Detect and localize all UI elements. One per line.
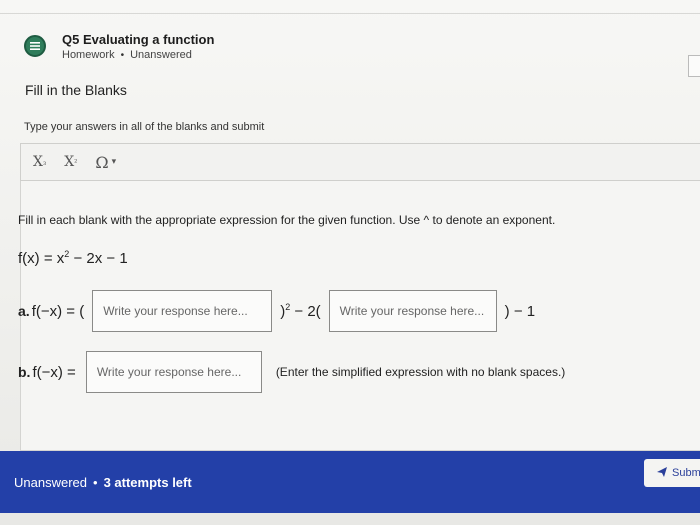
part-a-lhs: f(−x) = ( (31, 302, 85, 320)
part-b-lhs: f(−x) = (32, 363, 76, 381)
question-title: Q5 Evaluating a function (62, 32, 215, 47)
math-toolbar: X₃ X² Ω ▾ (20, 143, 700, 181)
footer-answer-status: Unanswered (14, 475, 87, 490)
subscript-button[interactable]: X₃ (33, 154, 46, 170)
part-a-label: a. (18, 303, 30, 319)
section-title: Fill in the Blanks (25, 82, 127, 98)
function-definition: f(x) = x2 − 2x − 1 (18, 249, 128, 267)
footer-status: Unanswered • 3 attempts left (14, 475, 192, 490)
part-b-label: b. (18, 364, 31, 380)
answer-status: Unanswered (130, 49, 192, 61)
part-b-note: (Enter the simplified expression with no… (275, 365, 566, 379)
part-a-blank-2[interactable]: Write your response here... (328, 290, 497, 332)
instructions: Type your answers in all of the blanks a… (24, 121, 265, 133)
omega-icon: Ω (95, 152, 109, 172)
question-prompt: Fill in each blank with the appropriate … (18, 213, 556, 227)
side-panel-tab[interactable] (688, 55, 700, 77)
list-icon (24, 35, 46, 57)
part-b-blank[interactable]: Write your response here... (85, 351, 262, 393)
page: Q5 Evaluating a function Homework • Unan… (0, 0, 700, 525)
submit-label: Subm (672, 467, 700, 479)
part-a-tail: ) − 1 (504, 302, 536, 320)
part-a-middle: )2 − 2( (280, 302, 321, 320)
attempts-left: 3 attempts left (103, 475, 192, 490)
question-meta: Homework • Unanswered (62, 49, 192, 61)
meta-separator: • (120, 49, 125, 61)
chevron-down-icon: ▾ (111, 157, 117, 167)
symbols-dropdown[interactable]: Ω ▾ (95, 153, 116, 172)
footer-separator: • (93, 475, 98, 490)
part-b-row: b. f(−x) = Write your response here... (… (18, 351, 565, 393)
assignment-type: Homework (62, 49, 115, 61)
part-a-blank-1[interactable]: Write your response here... (92, 290, 273, 332)
top-divider (0, 0, 700, 14)
part-a-row: a. f(−x) = ( Write your response here...… (18, 290, 537, 332)
send-icon (656, 466, 668, 481)
bottom-strip (0, 513, 700, 525)
superscript-button[interactable]: X² (64, 154, 77, 170)
submit-button[interactable]: Subm (644, 459, 700, 487)
